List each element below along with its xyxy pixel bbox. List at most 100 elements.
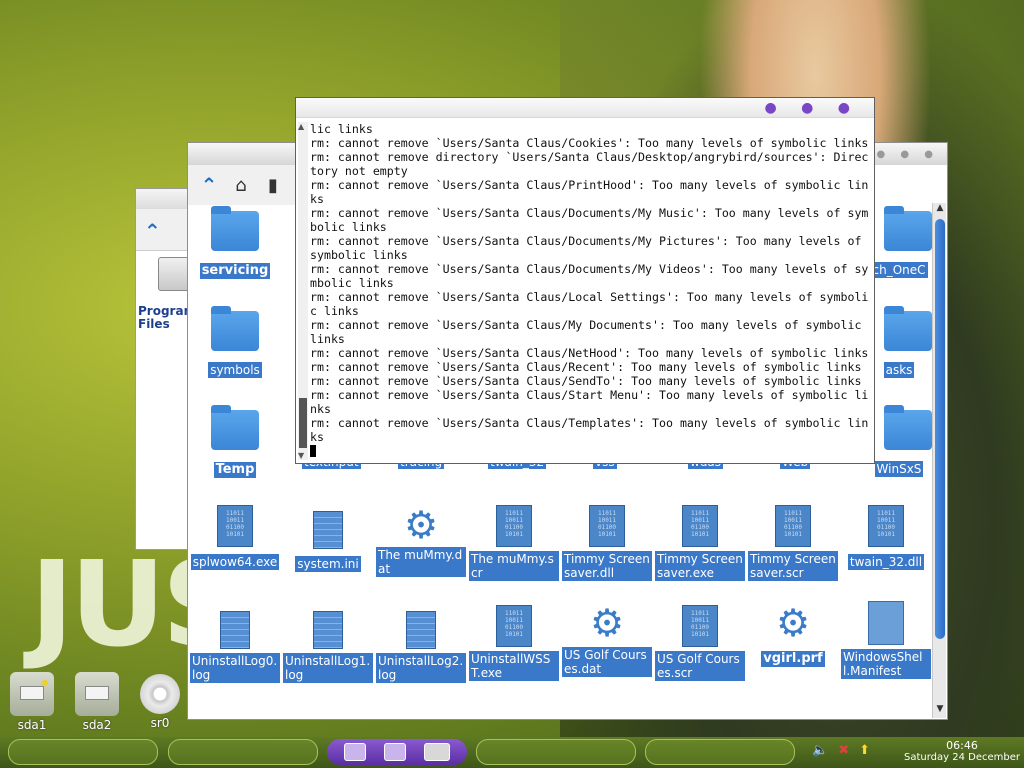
volume-icon[interactable]: 🔈 (812, 743, 828, 758)
terminal-cursor (310, 445, 316, 457)
hard-drive-icon (10, 672, 54, 716)
file-item-label: ch_OneC (870, 262, 928, 278)
file-item-label: Timmy Screensaver.dll (562, 551, 652, 581)
file-item-label: UninstallLog1.log (283, 653, 373, 683)
window-controls-icon[interactable]: ● ● ● (876, 149, 939, 160)
optical-disc-icon (140, 674, 180, 714)
file-item-label: The muMmy.scr (469, 551, 559, 581)
taskbar-slot[interactable] (8, 739, 158, 765)
terminal-scrollbar-thumb[interactable] (299, 398, 307, 448)
terminal-output[interactable]: lic links rm: cannot remove `Users/Santa… (310, 122, 872, 458)
binary-file-icon: 11011 10011 01100 10101 (496, 605, 532, 647)
terminal-app-icon[interactable] (424, 743, 450, 761)
folder-icon (884, 405, 932, 450)
clock[interactable]: 06:46 Saturday 24 December (900, 739, 1024, 764)
scrollbar-thumb[interactable] (935, 219, 945, 639)
file-item-label: WindowsShell.Manifest (841, 649, 931, 679)
binary-file-icon: 11011 10011 01100 10101 (589, 505, 625, 547)
taskbar-slot[interactable] (168, 739, 318, 765)
file-item-label: US Golf Courses.scr (655, 651, 745, 681)
file-item[interactable]: servicing (190, 206, 280, 279)
hard-drive-icon (75, 672, 119, 716)
file-item-label: US Golf Courses.dat (562, 647, 652, 677)
back-file-window[interactable]: ⌃ Program Files (135, 188, 198, 550)
up-arrow-icon[interactable]: ⌃ (144, 219, 161, 243)
binary-file-icon: 11011 10011 01100 10101 (217, 505, 253, 547)
file-item-label: UninstallLog2.log (376, 653, 466, 683)
terminal-titlebar[interactable]: ● ● ● (296, 98, 874, 118)
text-file-icon (313, 511, 343, 549)
drive-label: sda1 (17, 718, 47, 732)
drive-sda2[interactable]: sda2 (70, 672, 124, 732)
scroll-down-icon[interactable]: ▼ (298, 451, 304, 460)
folder-icon (211, 405, 259, 450)
drive-label: sda2 (82, 718, 112, 732)
system-tray: 🔈 ✖ ⬆ (812, 743, 870, 758)
gear-icon: ⚙ (775, 601, 811, 645)
app-window-icon[interactable] (344, 743, 366, 761)
text-file-icon (313, 611, 343, 649)
drive-label: sr0 (150, 716, 170, 730)
file-item[interactable]: 11011 10011 01100 10101 twain_32.dll (841, 505, 931, 570)
update-icon[interactable]: ⬆ (859, 743, 870, 758)
file-item-label: system.ini (295, 556, 361, 572)
file-item[interactable]: 11011 10011 01100 10101 UninstallWSST.exe (469, 605, 559, 681)
terminal-scrollbar[interactable]: ▲ ▼ (298, 122, 308, 460)
up-arrow-icon[interactable]: ⌃ (196, 172, 222, 198)
taskbar-slot[interactable] (645, 739, 795, 765)
file-item[interactable]: 11011 10011 01100 10101 splwow64.exe (190, 505, 280, 570)
taskbar-app-group (327, 739, 467, 765)
file-item-label: twain_32.dll (847, 554, 925, 570)
text-file-icon (220, 611, 250, 649)
trash-icon[interactable]: ▮ (260, 172, 286, 198)
folder-icon (884, 206, 932, 251)
file-item[interactable]: ⚙ The muMmy.dat (376, 505, 466, 577)
home-icon[interactable]: ⌂ (228, 172, 254, 198)
taskbar-slot[interactable] (476, 739, 636, 765)
file-window-scrollbar[interactable]: ▲ ▼ (932, 203, 946, 718)
text-file-icon (406, 611, 436, 649)
file-item[interactable]: UninstallLog0.log (190, 611, 280, 683)
folder-icon (211, 206, 259, 251)
file-item[interactable]: UninstallLog2.log (376, 611, 466, 683)
file-item[interactable]: UninstallLog1.log (283, 611, 373, 683)
file-item[interactable]: 11011 10011 01100 10101 Timmy Screensaver.e… (655, 505, 745, 581)
file-item[interactable]: Temp (190, 405, 280, 478)
file-window-toolbar: ⌃ ⌂ ▮ (188, 165, 298, 205)
scroll-up-icon[interactable]: ▲ (298, 122, 304, 131)
file-item[interactable]: 11011 10011 01100 10101 Timmy Screensaver.d… (562, 505, 652, 581)
binary-file-icon: 11011 10011 01100 10101 (682, 605, 718, 647)
file-item[interactable]: 11011 10011 01100 10101 Timmy Screensaver.s… (748, 505, 838, 581)
file-item-label: The muMmy.dat (376, 547, 466, 577)
file-item[interactable]: system.ini (283, 511, 373, 572)
file-item-label: WinSxS (874, 461, 924, 477)
network-disconnected-icon[interactable]: ✖ (838, 743, 849, 758)
back-window-titlebar[interactable] (136, 189, 194, 209)
file-item[interactable]: WindowsShell.Manifest (841, 601, 931, 679)
taskbar: 🔈 ✖ ⬆ 06:46 Saturday 24 December (0, 737, 1024, 768)
manifest-file-icon (868, 601, 904, 645)
window-controls-icon[interactable]: ● ● ● (764, 100, 860, 116)
drive-sda1[interactable]: sda1 (5, 672, 59, 732)
scroll-up-icon[interactable]: ▲ (933, 203, 947, 217)
file-item-label: splwow64.exe (190, 554, 280, 570)
file-item[interactable]: ⚙ vgirl.prf (748, 603, 838, 667)
terminal-window[interactable]: ● ● ● ▲ ▼ lic links rm: cannot remove `U… (295, 97, 875, 464)
file-item[interactable]: 11011 10011 01100 10101 The muMmy.scr (469, 505, 559, 581)
file-item-label: UninstallWSST.exe (469, 651, 559, 681)
scroll-down-icon[interactable]: ▼ (933, 704, 947, 718)
folder-icon (884, 306, 932, 351)
drive-sr0[interactable]: sr0 (133, 672, 187, 730)
file-item[interactable]: 11011 10011 01100 10101 US Golf Courses.scr (655, 605, 745, 681)
binary-file-icon: 11011 10011 01100 10101 (682, 505, 718, 547)
app-window-icon[interactable] (384, 743, 406, 761)
file-item-label: symbols (208, 362, 262, 378)
file-item-label: UninstallLog0.log (190, 653, 280, 683)
gear-icon: ⚙ (403, 503, 439, 547)
file-item-label: Timmy Screensaver.scr (748, 551, 838, 581)
file-item[interactable]: symbols (190, 306, 280, 378)
file-item[interactable]: ⚙ US Golf Courses.dat (562, 603, 652, 677)
folder-icon (211, 306, 259, 351)
binary-file-icon: 11011 10011 01100 10101 (496, 505, 532, 547)
binary-file-icon: 11011 10011 01100 10101 (868, 505, 904, 547)
